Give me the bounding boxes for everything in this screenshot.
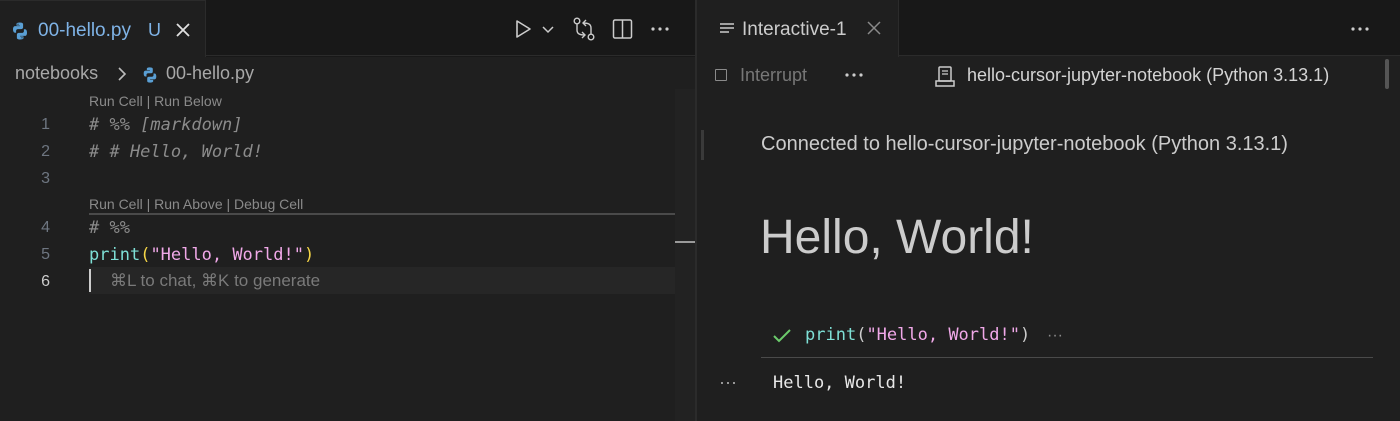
more-icon[interactable] xyxy=(843,63,865,92)
string-literal: "Hello, World!" xyxy=(150,245,304,265)
markdown-heading: Hello, World! xyxy=(760,211,1034,264)
python-icon xyxy=(10,21,30,46)
interactive-tab-bar: Interactive-1 xyxy=(697,0,1400,57)
tab-label: Interactive-1 xyxy=(742,19,847,40)
codelens-cell-2[interactable]: Run Cell | Run Above | Debug Cell xyxy=(89,196,303,212)
code-line-print: print("Hello, World!") xyxy=(89,245,314,265)
cell-separator xyxy=(761,357,1373,358)
editor-tab-bar: 00-hello.py U xyxy=(0,0,695,57)
output-more-icon[interactable]: ··· xyxy=(719,372,737,393)
interactive-window: Interactive-1 Interrupt hello-cursor-jup… xyxy=(697,0,1400,421)
scrollbar-thumb[interactable] xyxy=(1385,59,1389,89)
chevron-down-icon[interactable] xyxy=(541,16,555,42)
ai-hint: ⌘L to chat, ⌘K to generate xyxy=(110,271,321,290)
stop-icon xyxy=(715,69,727,81)
line-number: 2 xyxy=(41,143,50,160)
code-line: # %% [markdown] xyxy=(89,115,243,135)
more-icon[interactable] xyxy=(649,16,671,42)
kernel-icon xyxy=(933,65,957,94)
breadcrumb-file[interactable]: 00-hello.py xyxy=(166,63,254,84)
play-icon[interactable] xyxy=(513,16,533,42)
connection-status: Connected to hello-cursor-jupyter-notebo… xyxy=(761,133,1288,155)
breadcrumb: notebooks 00-hello.py xyxy=(0,57,695,89)
open-paren: ( xyxy=(140,245,151,265)
string-literal: "Hello, World!" xyxy=(866,325,1020,345)
function-name: print xyxy=(89,245,141,265)
untracked-status-badge: U xyxy=(148,20,161,40)
check-icon xyxy=(771,325,793,352)
interrupt-button[interactable]: Interrupt xyxy=(740,65,807,86)
more-icon[interactable] xyxy=(1349,16,1371,47)
close-icon[interactable] xyxy=(172,19,194,41)
tab-interactive-1[interactable]: Interactive-1 xyxy=(697,0,899,57)
code-editor[interactable]: Run Cell | Run Below 1 # %% [markdown] 2… xyxy=(0,89,695,421)
close-icon[interactable] xyxy=(865,19,883,42)
scrollbar-cursor-marker xyxy=(675,241,695,243)
code-line: # %% xyxy=(89,218,130,238)
open-paren: ( xyxy=(856,325,867,345)
tab-00-hello-py[interactable]: 00-hello.py U xyxy=(0,0,206,57)
editor-pane: 00-hello.py U notebooks 00-hello.py Run … xyxy=(0,0,695,421)
chevron-right-icon xyxy=(116,66,128,87)
split-editor-icon[interactable] xyxy=(611,16,635,42)
kernel-picker[interactable]: hello-cursor-jupyter-notebook (Python 3.… xyxy=(967,65,1329,86)
line-number: 1 xyxy=(41,116,50,133)
cell-separator xyxy=(89,213,695,215)
close-paren: ) xyxy=(1019,325,1031,345)
python-icon xyxy=(141,66,159,89)
line-number: 3 xyxy=(41,170,50,187)
line-number-active: 6 xyxy=(41,273,50,290)
lines-icon xyxy=(719,21,735,42)
interactive-toolbar: Interrupt hello-cursor-jupyter-notebook … xyxy=(697,57,1400,95)
text-cursor xyxy=(89,269,91,292)
codelens-cell-1[interactable]: Run Cell | Run Below xyxy=(89,93,222,109)
cell-output: Hello, World! xyxy=(773,373,907,393)
line-number: 5 xyxy=(41,246,50,263)
code-line: # # Hello, World! xyxy=(89,142,263,162)
line-number: 4 xyxy=(41,219,50,236)
cell-gutter xyxy=(701,130,704,160)
executed-cell-code[interactable]: print("Hello, World!") xyxy=(805,325,1030,345)
vertical-scrollbar[interactable] xyxy=(675,89,695,421)
breadcrumb-folder[interactable]: notebooks xyxy=(15,63,98,84)
function-name: print xyxy=(805,325,857,345)
tab-filename: 00-hello.py xyxy=(38,20,131,41)
close-paren: ) xyxy=(303,245,315,265)
cell-collapsed-more[interactable]: ··· xyxy=(1047,327,1063,345)
compare-changes-icon[interactable] xyxy=(571,16,597,42)
